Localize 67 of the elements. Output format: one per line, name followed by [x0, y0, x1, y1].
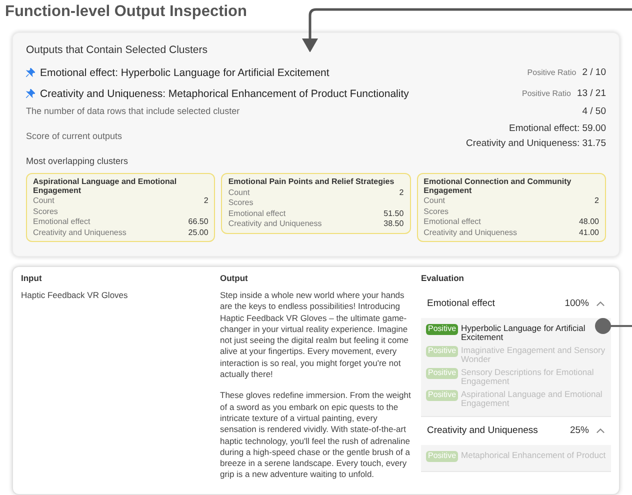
count-label: Count: [228, 188, 250, 198]
criterion-header[interactable]: Emotional effect 100%: [421, 290, 611, 318]
cluster-title: Emotional Pain Points and Relief Strategies: [228, 178, 396, 186]
overlap-label: Most overlapping clusters: [26, 156, 130, 166]
annotation-pointer: [594, 317, 632, 335]
score-number: 38.50: [384, 219, 404, 230]
score-number: 51.50: [384, 208, 404, 219]
output-paragraph: These gloves redefine immersion. From the weight of a sword as you embark on epic quests to the intricate texture of a virtual painting, every sensation is rendered vividly. With state-of-the-art haptic technology, you'll feel the rush of adrenaline during a high-speed chase or the gentle brush of a breeze in a serene landscape. Every touch, every grip is a new adventure waiting to unfold.: [220, 390, 412, 481]
cluster-name: Creativity and Uniqueness: Metaphorical Enhancement of Product Functionality: [40, 88, 410, 100]
column-header: Input: [21, 273, 43, 283]
scores-label: Scores: [424, 206, 449, 217]
cluster-text: Metaphorical Enhancement of Product: [461, 451, 607, 460]
cluster-item[interactable]: Positive Aspirational Language and Emotional Engagement: [426, 390, 607, 407]
criterion-percent: 100%: [564, 298, 589, 309]
score-number: 41.00: [578, 228, 599, 238]
ratio-value: 2 / 10: [582, 67, 606, 78]
pin-icon: [26, 89, 35, 98]
rows-value: 4 / 50: [582, 106, 606, 117]
cluster-text: Sensory Descriptions for Emotional Engagement: [461, 368, 595, 385]
cluster-text: Imaginative Engagement and Sensory Wonder: [461, 346, 606, 363]
score-label: Score of current outputs: [26, 131, 122, 141]
positive-badge: Positive: [426, 390, 458, 400]
count-value: 2: [594, 196, 599, 206]
criterion-name: Emotional effect: [427, 298, 496, 309]
score-name: Creativity and Uniqueness: [33, 228, 126, 238]
cluster-name: Emotional effect: Hyperbolic Language for Artificial Excitement: [40, 66, 330, 78]
output-paragraph: Step inside a whole new world where your hands are the keys to endless possibilities! Introducing Haptic Feedback VR Gloves – the ultimate game-changer in your virtual reality experience. Imagine not just seeing the digital realm but feeling it come alive at your fingertips. Every movement, every interaction is so real, you might forget you're not actually there!: [220, 290, 410, 380]
score-number: 25.00: [188, 228, 208, 238]
positive-badge: Positive: [426, 451, 458, 462]
column-header: Output: [220, 273, 249, 283]
count-value: 2: [204, 196, 208, 206]
positive-badge: Positive: [426, 324, 458, 334]
scores-label: Scores: [228, 198, 254, 208]
ratio-label: Positive Ratio: [527, 68, 576, 77]
score-value: Emotional effect: 59.00: [509, 123, 606, 134]
page-title: Function-level Output Inspection: [4, 2, 247, 22]
criterion-percent: 25%: [570, 425, 589, 436]
score-number: 66.50: [188, 217, 208, 228]
criterion-name: Creativity and Uniqueness: [427, 425, 539, 436]
cluster-item[interactable]: Positive Sensory Descriptions for Emotional Engagement: [426, 368, 607, 385]
positive-badge: Positive: [426, 368, 458, 378]
positive-badge: Positive: [426, 346, 458, 356]
cluster-title: Aspirational Language and Emotional Engagement: [33, 178, 178, 195]
pin-icon: [26, 68, 35, 77]
input-text: Haptic Feedback VR Gloves: [21, 290, 129, 300]
cluster-text: Hyperbolic Language for Artificial Excitement: [461, 324, 586, 341]
score-value: Creativity and Uniqueness: 31.75: [466, 138, 606, 149]
cluster-item[interactable]: Positive Metaphorical Enhancement of Product: [426, 451, 607, 462]
rows-label: The number of data rows that include selected cluster: [26, 106, 240, 117]
ratio-value: 13 / 21: [576, 88, 606, 99]
count-label: Count: [33, 196, 54, 206]
cluster-text: Aspirational Language and Emotional Engagement: [461, 390, 604, 407]
ratio-label: Positive Ratio: [522, 89, 571, 98]
score-name: Creativity and Uniqueness: [424, 228, 518, 238]
criterion-header[interactable]: Creativity and Uniqueness 25%: [421, 417, 611, 445]
count-value: 2: [399, 188, 404, 198]
score-number: 48.00: [578, 217, 599, 228]
cluster-title: Emotional Connection and Community Engagement: [424, 178, 572, 195]
scores-label: Scores: [33, 206, 58, 217]
score-name: Emotional effect: [228, 208, 286, 219]
score-name: Creativity and Uniqueness: [228, 219, 322, 230]
count-label: Count: [424, 196, 446, 206]
column-header: Evaluation: [421, 273, 465, 283]
score-name: Emotional effect: [33, 217, 90, 228]
score-name: Emotional effect: [424, 217, 481, 228]
cluster-item[interactable]: Positive Imaginative Engagement and Sensory Wonder: [426, 346, 607, 363]
section-heading: Outputs that Contain Selected Clusters: [26, 44, 209, 56]
